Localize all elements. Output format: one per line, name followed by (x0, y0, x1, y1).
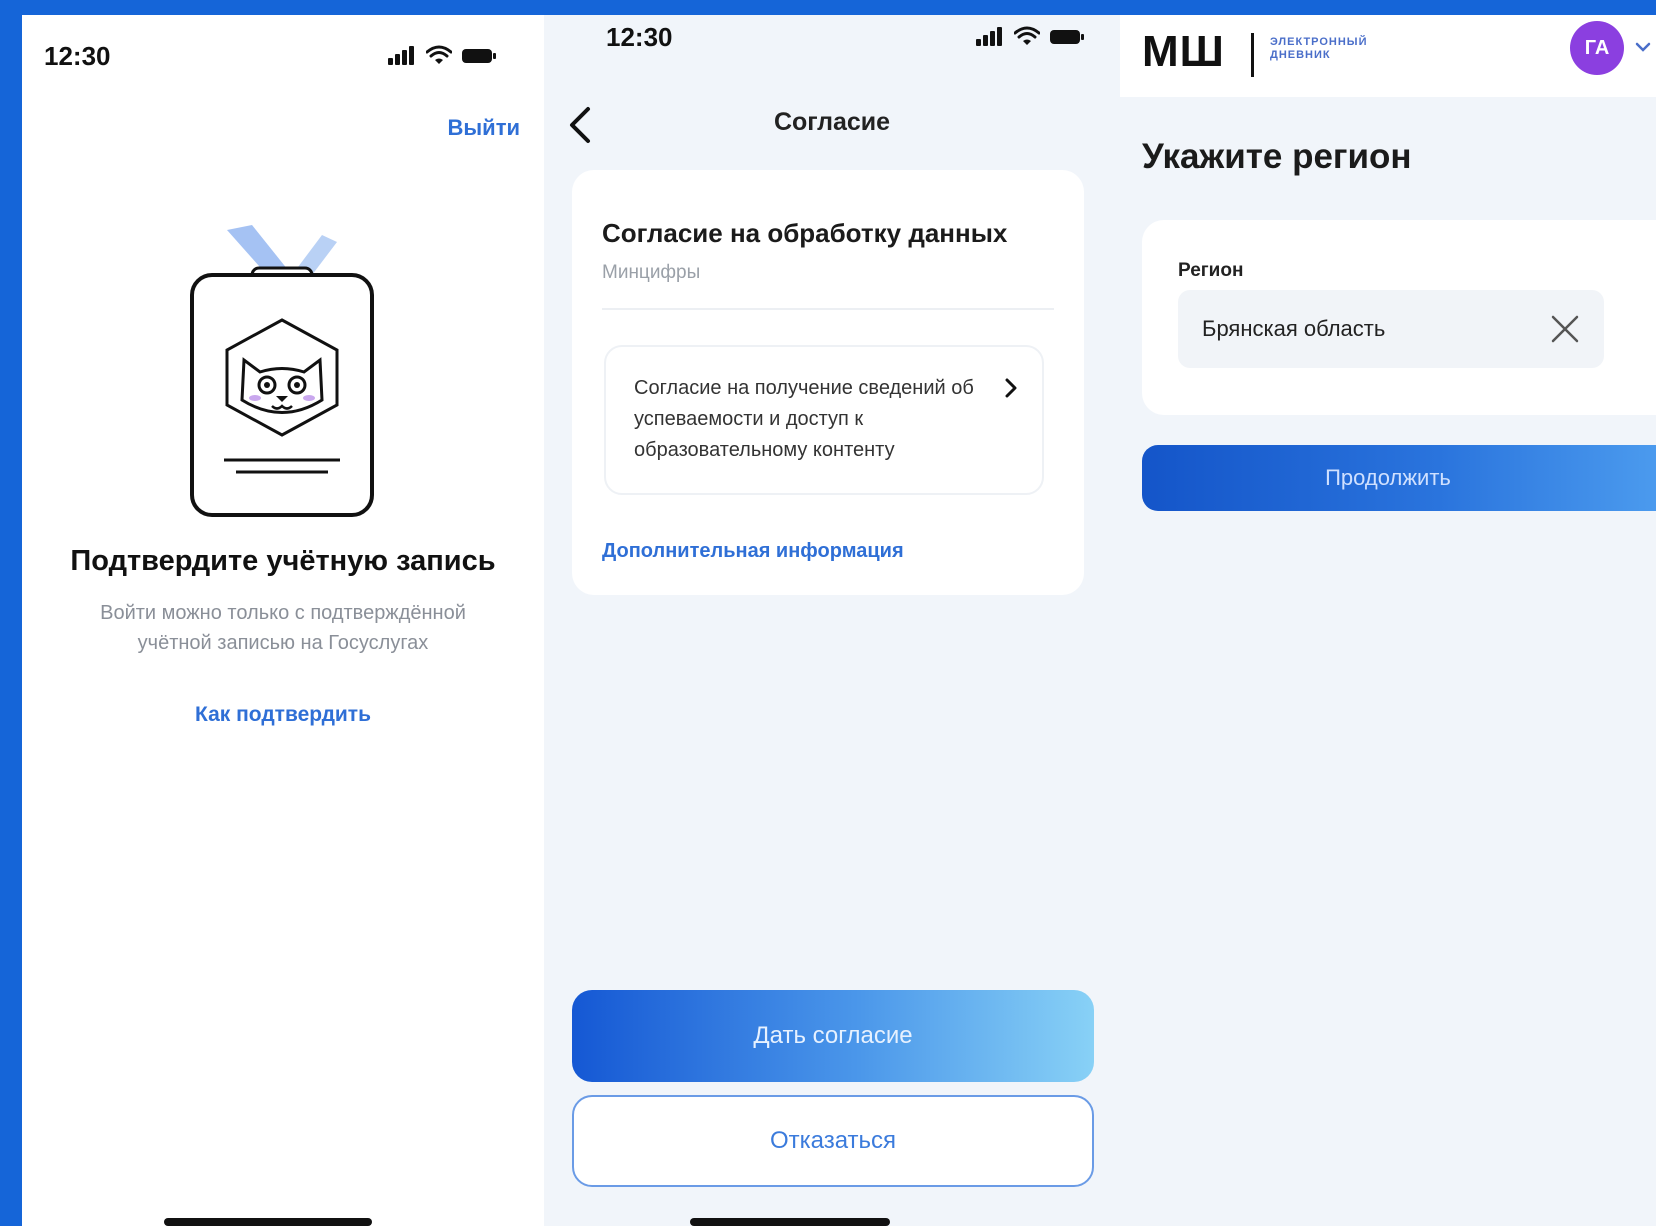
consent-card-title: Согласие на обработку данных (602, 218, 1008, 248)
chevron-down-icon[interactable] (1635, 41, 1651, 53)
logo-subtitle: ЭЛЕКТРОННЫЙ ДНЕВНИК (1270, 36, 1367, 62)
region-card: Регион Брянская область (1142, 220, 1656, 415)
logout-link[interactable]: Выйти (448, 115, 521, 141)
id-badge-cat-illustration (190, 225, 374, 517)
status-time: 12:30 (606, 22, 673, 52)
confirm-account-title: Подтвердите учётную запись (70, 545, 496, 577)
chevron-right-icon (1005, 378, 1017, 398)
cellular-signal-icon (976, 27, 1002, 46)
region-input-value: Брянская область (1202, 316, 1386, 341)
continue-button[interactable]: Продолжить (1142, 445, 1656, 511)
logo-mesh: МШ (1142, 27, 1225, 76)
close-icon[interactable] (1550, 314, 1580, 344)
divider (602, 308, 1054, 310)
consent-item[interactable]: Согласие на получение сведений об успева… (604, 345, 1044, 495)
home-indicator (690, 1218, 890, 1226)
consent-item-text: Согласие на получение сведений об успева… (634, 377, 974, 461)
logo-separator (1251, 33, 1254, 77)
screen-consent: 12:30 Согласие Согласие на обработку дан… (544, 15, 1120, 1226)
region-label: Регион (1178, 260, 1244, 281)
more-info-link[interactable]: Дополнительная информация (602, 540, 904, 563)
screen-account-confirmation: 12:30 Выйти Подтвердите учётную запись В… (22, 15, 544, 1226)
screen-region-select: МШ ЭЛЕКТРОННЫЙ ДНЕВНИК ГА Укажите регион… (1120, 15, 1656, 1226)
avatar[interactable]: ГА (1570, 21, 1624, 75)
continue-button-label: Продолжить (1325, 465, 1451, 490)
status-icons (388, 45, 496, 65)
confirm-account-description: Войти можно только с подтверждённой учёт… (100, 602, 466, 654)
home-indicator (164, 1218, 372, 1226)
page-title: Согласие (773, 108, 891, 136)
give-consent-button[interactable]: Дать согласие (572, 990, 1094, 1082)
consent-card: Согласие на обработку данных Минцифры Со… (572, 170, 1084, 595)
logo-subtitle-line1: ЭЛЕКТРОННЫЙ (1270, 36, 1368, 48)
top-bar: МШ ЭЛЕКТРОННЫЙ ДНЕВНИК ГА (1120, 15, 1656, 97)
logo-subtitle-line2: ДНЕВНИК (1270, 49, 1331, 61)
battery-icon (1050, 30, 1084, 44)
battery-icon (462, 49, 496, 63)
status-time: 12:30 (44, 41, 111, 71)
how-to-confirm-link[interactable]: Как подтвердить (22, 703, 544, 727)
wifi-icon (1014, 26, 1040, 45)
consent-card-subtitle: Минцифры (602, 262, 701, 283)
region-input[interactable]: Брянская область (1178, 290, 1604, 368)
cellular-signal-icon (388, 46, 414, 65)
decline-button[interactable]: Отказаться (572, 1095, 1094, 1187)
page-title: Укажите регион (1142, 137, 1412, 176)
wifi-icon (426, 45, 452, 64)
status-icons (976, 26, 1084, 46)
